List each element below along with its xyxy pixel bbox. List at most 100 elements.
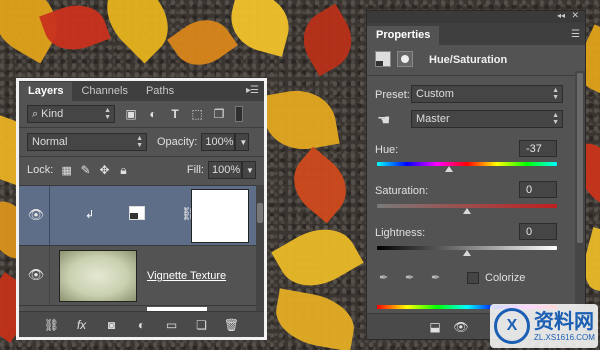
lock-image-pixels-icon[interactable]: ✎ <box>78 162 93 178</box>
trash-icon[interactable]: 🗑︎ <box>224 317 240 333</box>
filter-type-icon[interactable]: T <box>167 106 183 122</box>
layer-row-vignette-texture[interactable]: 👁︎ Vignette Texture <box>19 245 256 305</box>
preset-select[interactable]: Custom ▲ ▼ <box>411 85 563 103</box>
link-layers-icon[interactable]: ⛓︎ <box>44 317 60 333</box>
filter-adjustment-icon[interactable]: ◐ <box>145 106 161 122</box>
eyedropper-add-icon[interactable]: ✒︎ <box>405 271 419 285</box>
divider <box>49 246 50 305</box>
hue-slider-track[interactable] <box>377 162 557 166</box>
lock-label: Lock: <box>27 164 54 176</box>
chevron-down-icon: ▼ <box>245 165 254 175</box>
lock-row: Lock: ▦ ✎ ✥ 🔒︎ Fill: 100% ▼ <box>27 161 256 179</box>
leaf <box>260 84 340 156</box>
targeted-adjustment-hand-icon[interactable]: ☚ <box>377 111 390 129</box>
lock-transparent-pixels-icon[interactable]: ▦ <box>59 162 74 178</box>
lock-position-icon[interactable]: ✥ <box>97 162 112 178</box>
hue-saturation-adjustment-icon <box>129 206 145 220</box>
panel-menu-icon[interactable]: ☰ <box>571 29 580 40</box>
blend-mode-label: Normal <box>32 136 68 148</box>
hue-slider-thumb[interactable] <box>445 166 453 172</box>
layer-row-hue-saturation[interactable]: 👁︎ ↲ ⛓︎ <box>19 185 256 245</box>
leaf <box>271 214 364 301</box>
collapse-icon[interactable]: ◂◂ <box>557 11 565 20</box>
tab-properties[interactable]: Properties <box>367 26 440 45</box>
blend-row: Normal ▲ ▼ Opacity: 100% ▼ <box>27 133 256 151</box>
panel-collapse-bar: ◂◂ ✕ <box>367 10 585 23</box>
layers-panel: Layers Channels Paths ▸☰ ⌕ Kind ▲ ▼ ▣ ◐ T… <box>16 78 267 340</box>
divider <box>49 186 50 245</box>
new-layer-icon[interactable]: ❏ <box>194 317 210 333</box>
saturation-value: 0 <box>526 183 533 196</box>
lightness-slider-thumb[interactable] <box>463 250 471 256</box>
lock-all-icon[interactable]: 🔒︎ <box>116 162 131 178</box>
watermark-text: 资料网 <box>534 310 594 333</box>
fx-icon[interactable]: fx <box>74 317 90 333</box>
eyedropper-subtract-icon[interactable]: ✒︎ <box>431 271 445 285</box>
channel-value: Master <box>416 113 450 125</box>
leaf <box>167 8 238 77</box>
new-adjustment-layer-icon[interactable]: ◐ <box>134 317 150 333</box>
visibility-eye-icon[interactable]: 👁︎ <box>27 207 45 222</box>
saturation-input[interactable]: 0 <box>519 181 557 198</box>
fill-label: Fill: <box>186 164 204 176</box>
fill-input[interactable]: 100% <box>207 161 242 179</box>
hue-saturation-adjustment-icon <box>375 51 391 67</box>
channel-select[interactable]: Master ▲ ▼ <box>411 110 563 128</box>
saturation-slider-thumb[interactable] <box>463 208 471 214</box>
divider <box>19 156 264 157</box>
mask-properties-icon[interactable] <box>397 51 413 67</box>
visibility-eye-icon[interactable]: 👁︎ <box>27 267 45 282</box>
tab-layers[interactable]: Layers <box>19 82 73 101</box>
hue-input[interactable]: -37 <box>519 140 557 157</box>
layer-filter-row: ⌕ Kind ▲ ▼ ▣ ◐ T ⬚ ❐ <box>27 105 256 123</box>
layer-thumbnail[interactable] <box>59 250 137 302</box>
hue-label: Hue: <box>375 144 399 156</box>
tab-paths[interactable]: Paths <box>137 82 183 101</box>
tab-channels[interactable]: Channels <box>72 82 136 101</box>
layers-scrollbar[interactable] <box>256 185 264 311</box>
filter-shape-icon[interactable]: ⬚ <box>189 106 205 122</box>
watermark-logo: X 资料网 ZL.XS1616.COM <box>490 304 598 348</box>
colorize-label: Colorize <box>485 272 526 284</box>
properties-panel: ◂◂ ✕ Properties ☰ Hue/Saturation Preset:… <box>366 10 586 340</box>
adjustment-title: Hue/Saturation <box>429 54 508 66</box>
visibility-eye-icon[interactable]: 👁︎ <box>453 319 469 335</box>
search-icon: ⌕ <box>32 107 39 120</box>
filter-smart-object-icon[interactable]: ❐ <box>211 106 227 122</box>
add-mask-icon[interactable]: ◙ <box>104 317 120 333</box>
scroll-thumb[interactable] <box>577 73 583 243</box>
properties-scrollbar[interactable] <box>575 71 585 311</box>
chevron-updown-icon: ▲ ▼ <box>136 135 143 149</box>
close-icon[interactable]: ✕ <box>571 10 579 21</box>
chevron-updown-icon: ▲ ▼ <box>104 107 111 121</box>
chevron-updown-icon: ▲ ▼ <box>552 112 559 126</box>
colorize-checkbox[interactable] <box>467 272 479 284</box>
filter-pixel-icon[interactable]: ▣ <box>123 106 139 122</box>
preset-value: Custom <box>416 88 454 100</box>
chevron-updown-icon: ▲ ▼ <box>552 87 559 101</box>
watermark-subtext: ZL.XS1616.COM <box>534 332 595 342</box>
leaf <box>271 288 359 350</box>
hue-value: -37 <box>526 142 542 155</box>
properties-tabbar: Properties ☰ <box>367 23 585 45</box>
fill-dropdown-button[interactable]: ▼ <box>241 161 256 179</box>
new-group-folder-icon[interactable]: ▭ <box>164 317 180 333</box>
layer-mask-thumbnail[interactable] <box>191 189 249 243</box>
layer-name-label[interactable]: Vignette Texture <box>147 270 226 282</box>
filter-toggle-switch[interactable] <box>235 106 243 122</box>
opacity-dropdown-button[interactable]: ▼ <box>235 133 250 151</box>
lightness-value: 0 <box>526 225 533 238</box>
scroll-thumb[interactable] <box>257 203 263 223</box>
divider <box>19 127 264 128</box>
filter-kind-select[interactable]: ⌕ Kind ▲ ▼ <box>27 105 115 123</box>
clip-to-layer-icon[interactable]: ⬓ <box>427 319 443 335</box>
lightness-input[interactable]: 0 <box>519 223 557 240</box>
saturation-label: Saturation: <box>375 185 429 197</box>
leaf <box>280 146 360 224</box>
layers-footer: ⛓︎ fx ◙ ◐ ▭ ❏ 🗑︎ <box>19 311 264 337</box>
opacity-input[interactable]: 100% <box>201 133 236 151</box>
panel-menu-icon[interactable]: ▸☰ <box>246 85 259 96</box>
eyedropper-icon[interactable]: ✒︎ <box>379 271 393 285</box>
blend-mode-select[interactable]: Normal ▲ ▼ <box>27 133 147 151</box>
opacity-value: 100% <box>205 136 234 148</box>
